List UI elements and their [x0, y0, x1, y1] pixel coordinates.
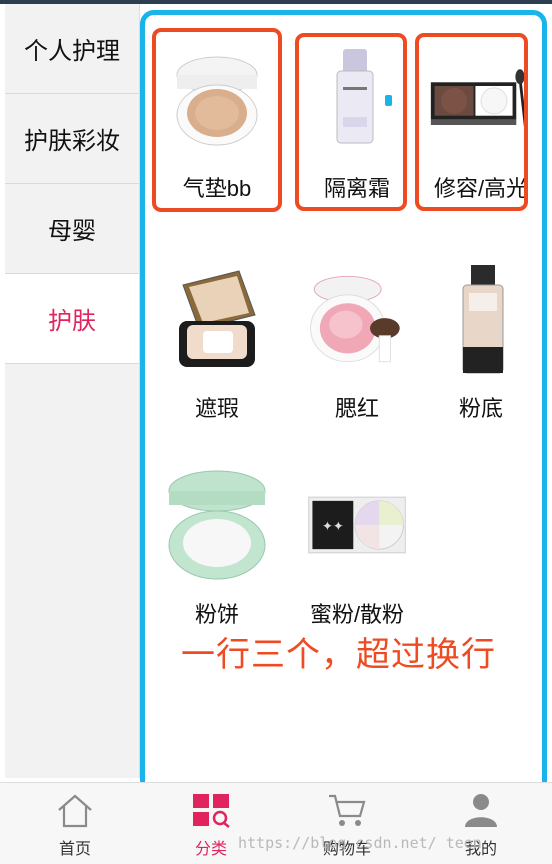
tab-home[interactable]: 首页 — [20, 789, 130, 864]
sidebar-item-label: 个人护理 — [24, 38, 120, 65]
highlight-frame — [295, 33, 407, 211]
tab-label: 首页 — [58, 841, 91, 858]
highlight-frame — [152, 28, 282, 212]
tab-cart[interactable]: 购物车 — [292, 789, 402, 864]
product-label: 粉底 — [458, 396, 503, 421]
sidebar-item-label: 护肤 — [48, 308, 96, 335]
loose-powder-icon: ✦✦ — [305, 469, 409, 581]
category-sidebar: 个人护理 护肤彩妆 母婴 护肤 — [5, 4, 140, 778]
sidebar-item-skincare-makeup[interactable]: 护肤彩妆 — [5, 94, 139, 184]
user-icon — [426, 789, 536, 831]
watermark: https://blog.csdn.net/ teen — [238, 834, 482, 852]
blush-compact-icon — [305, 263, 409, 375]
product-item-loose-powder[interactable]: ✦✦ 蜜粉/散粉 — [293, 455, 421, 635]
product-item-pressed-powder[interactable]: 粉饼 — [153, 455, 281, 635]
pressed-powder-icon — [165, 469, 269, 581]
concealer-compact-icon — [165, 263, 269, 375]
layout-annotation: 一行三个，超过换行 — [181, 636, 496, 674]
sidebar-item-label: 护肤彩妆 — [24, 128, 120, 155]
svg-text:✦✦: ✦✦ — [322, 520, 344, 535]
foundation-bottle-icon — [429, 263, 533, 375]
highlight-frame — [415, 33, 528, 211]
sidebar-item-personal-care[interactable]: 个人护理 — [5, 4, 139, 94]
tab-category[interactable]: 分类 — [156, 789, 266, 864]
tab-profile[interactable]: 我的 — [426, 789, 536, 864]
sidebar-item-label: 母婴 — [48, 218, 96, 245]
sidebar-item-skincare[interactable]: 护肤 — [5, 274, 139, 364]
category-icon — [156, 789, 266, 831]
product-label: 遮瑕 — [194, 396, 239, 421]
product-item-concealer[interactable]: 遮瑕 — [153, 249, 281, 429]
home-icon — [20, 789, 130, 831]
product-grid-panel: 气垫bb 隔离霜 修容/高光 遮瑕 腮红 粉底 粉饼 ✦✦ 蜜粉/散粉 一行三个… — [140, 10, 547, 795]
cart-icon — [292, 789, 402, 831]
product-label: 腮红 — [334, 396, 379, 421]
product-item-foundation[interactable]: 粉底 — [417, 249, 545, 429]
product-label: 蜜粉/散粉 — [309, 602, 405, 627]
product-item-blush[interactable]: 腮红 — [293, 249, 421, 429]
sidebar-item-maternal-baby[interactable]: 母婴 — [5, 184, 139, 274]
product-label: 粉饼 — [194, 602, 239, 627]
